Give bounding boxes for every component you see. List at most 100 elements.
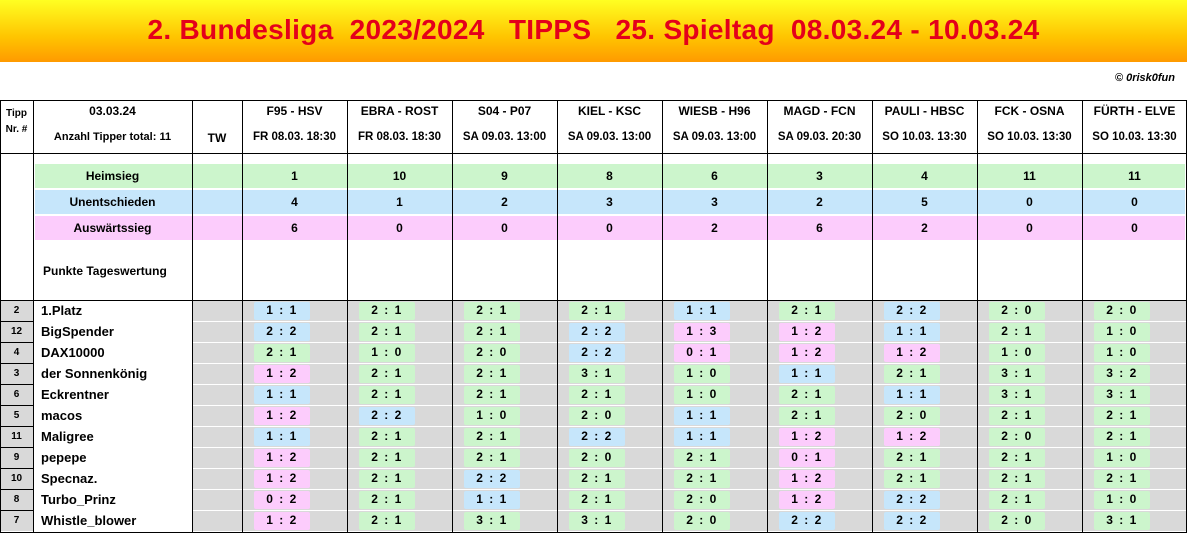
tip-cell: 1 : 2 <box>779 470 835 488</box>
grid-line <box>0 384 33 385</box>
tip-cell: 2 : 1 <box>884 365 940 383</box>
match-kickoff: SA 09.03. 13:00 <box>567 131 652 143</box>
tw-cell <box>192 405 242 426</box>
stat-count: 1 <box>396 195 403 209</box>
tip-cell: 2 : 0 <box>989 428 1045 446</box>
tw-cell <box>192 489 242 510</box>
player-name: Whistle_blower <box>41 513 137 528</box>
tip-cell: 2 : 1 <box>779 386 835 404</box>
grid-line <box>0 447 33 448</box>
player-number: 9 <box>13 452 20 463</box>
tip-cell: 3 : 1 <box>569 512 625 530</box>
tip-cell: 2 : 0 <box>989 512 1045 530</box>
matchday-date: 03.03.24 <box>89 104 136 118</box>
tip-cell: 2 : 2 <box>464 470 520 488</box>
tip-cell: 1 : 1 <box>254 428 310 446</box>
tip-cell: 2 : 2 <box>779 512 835 530</box>
tip-cell: 3 : 1 <box>569 365 625 383</box>
tw-cell <box>192 447 242 468</box>
tip-cell: 0 : 1 <box>779 449 835 467</box>
stat-count: 4 <box>921 169 928 183</box>
tip-cell: 2 : 1 <box>989 407 1045 425</box>
tip-cell: 3 : 1 <box>1094 512 1150 530</box>
grid-line <box>1082 100 1083 532</box>
tw-cell <box>192 321 242 342</box>
stat-count: 0 <box>501 221 508 235</box>
player-name: Turbo_Prinz <box>41 492 116 507</box>
stat-label: Heimsieg <box>85 169 140 183</box>
stat-count: 3 <box>711 195 718 209</box>
stat-count: 2 <box>921 221 928 235</box>
tip-cell: 2 : 1 <box>989 491 1045 509</box>
stat-count: 6 <box>711 169 718 183</box>
stat-count: 2 <box>816 195 823 209</box>
tip-cell: 1 : 2 <box>779 344 835 362</box>
stat-count: 1 <box>291 169 298 183</box>
tip-cell: 2 : 1 <box>779 302 835 320</box>
grid-line <box>0 489 33 490</box>
tip-cell: 1 : 2 <box>779 428 835 446</box>
grid-line <box>0 468 33 469</box>
tip-cell: 3 : 1 <box>464 512 520 530</box>
tip-cell: 1 : 0 <box>674 386 730 404</box>
grid-line <box>0 405 33 406</box>
tip-cell: 2 : 0 <box>674 491 730 509</box>
stat-label: Auswärtssieg <box>73 221 152 235</box>
tip-cell: 2 : 1 <box>884 449 940 467</box>
match-kickoff: FR 08.03. 18:30 <box>357 131 442 143</box>
match-pairing: EBRA - ROST <box>360 104 439 118</box>
grid-line <box>767 100 768 532</box>
tip-cell: 2 : 1 <box>1094 428 1150 446</box>
tip-cell: 1 : 1 <box>464 491 520 509</box>
grid-line <box>557 100 558 532</box>
match-kickoff: SO 10.03. 13:30 <box>882 131 967 143</box>
stat-count: 2 <box>711 221 718 235</box>
stat-count: 6 <box>816 221 823 235</box>
player-number: 3 <box>13 368 20 379</box>
grid-line <box>977 100 978 532</box>
grid-line <box>0 426 33 427</box>
tip-cell: 2 : 2 <box>569 428 625 446</box>
tip-cell: 1 : 0 <box>359 344 415 362</box>
player-number: 7 <box>13 515 20 526</box>
tip-cell: 2 : 1 <box>359 386 415 404</box>
tip-cell: 2 : 1 <box>464 323 520 341</box>
stat-count: 0 <box>1026 221 1033 235</box>
grid-line <box>347 100 348 532</box>
tip-cell: 1 : 3 <box>674 323 730 341</box>
tip-cell: 2 : 1 <box>674 449 730 467</box>
match-pairing: FCK - OSNA <box>994 104 1065 118</box>
tip-cell: 1 : 1 <box>884 386 940 404</box>
tip-cell: 2 : 2 <box>884 491 940 509</box>
player-number: 8 <box>13 494 20 505</box>
stat-count: 11 <box>1128 169 1141 183</box>
tip-cell: 3 : 1 <box>989 386 1045 404</box>
tip-cell: 1 : 2 <box>254 365 310 383</box>
tip-cell: 1 : 2 <box>254 512 310 530</box>
match-pairing: MAGD - FCN <box>783 104 856 118</box>
tip-cell: 2 : 1 <box>1094 470 1150 488</box>
tw-cell <box>192 300 242 321</box>
tip-cell: 2 : 1 <box>569 491 625 509</box>
player-name: macos <box>41 408 83 423</box>
stat-count: 3 <box>606 195 613 209</box>
tw-cell <box>192 384 242 405</box>
tip-cell: 2 : 1 <box>464 428 520 446</box>
tw-cell <box>192 363 242 384</box>
tips-table: Tipp Nr. # 03.03.24 Anzahl Tipper total: 11… <box>0 0 1187 533</box>
tip-cell: 2 : 0 <box>674 512 730 530</box>
tip-cell: 2 : 1 <box>674 470 730 488</box>
stat-count: 5 <box>921 195 928 209</box>
tip-cell: 1 : 0 <box>1094 449 1150 467</box>
tip-cell: 1 : 2 <box>884 428 940 446</box>
tip-cell: 1 : 0 <box>1094 491 1150 509</box>
tip-cell: 2 : 1 <box>359 449 415 467</box>
tip-cell: 2 : 1 <box>359 470 415 488</box>
stat-label: Unentschieden <box>69 195 156 209</box>
match-pairing: KIEL - KSC <box>577 104 642 118</box>
tip-cell: 2 : 1 <box>989 323 1045 341</box>
match-kickoff: SA 09.03. 13:00 <box>672 131 757 143</box>
match-pairing: F95 - HSV <box>266 104 323 118</box>
stat-count: 0 <box>1026 195 1033 209</box>
tip-cell: 2 : 1 <box>254 344 310 362</box>
